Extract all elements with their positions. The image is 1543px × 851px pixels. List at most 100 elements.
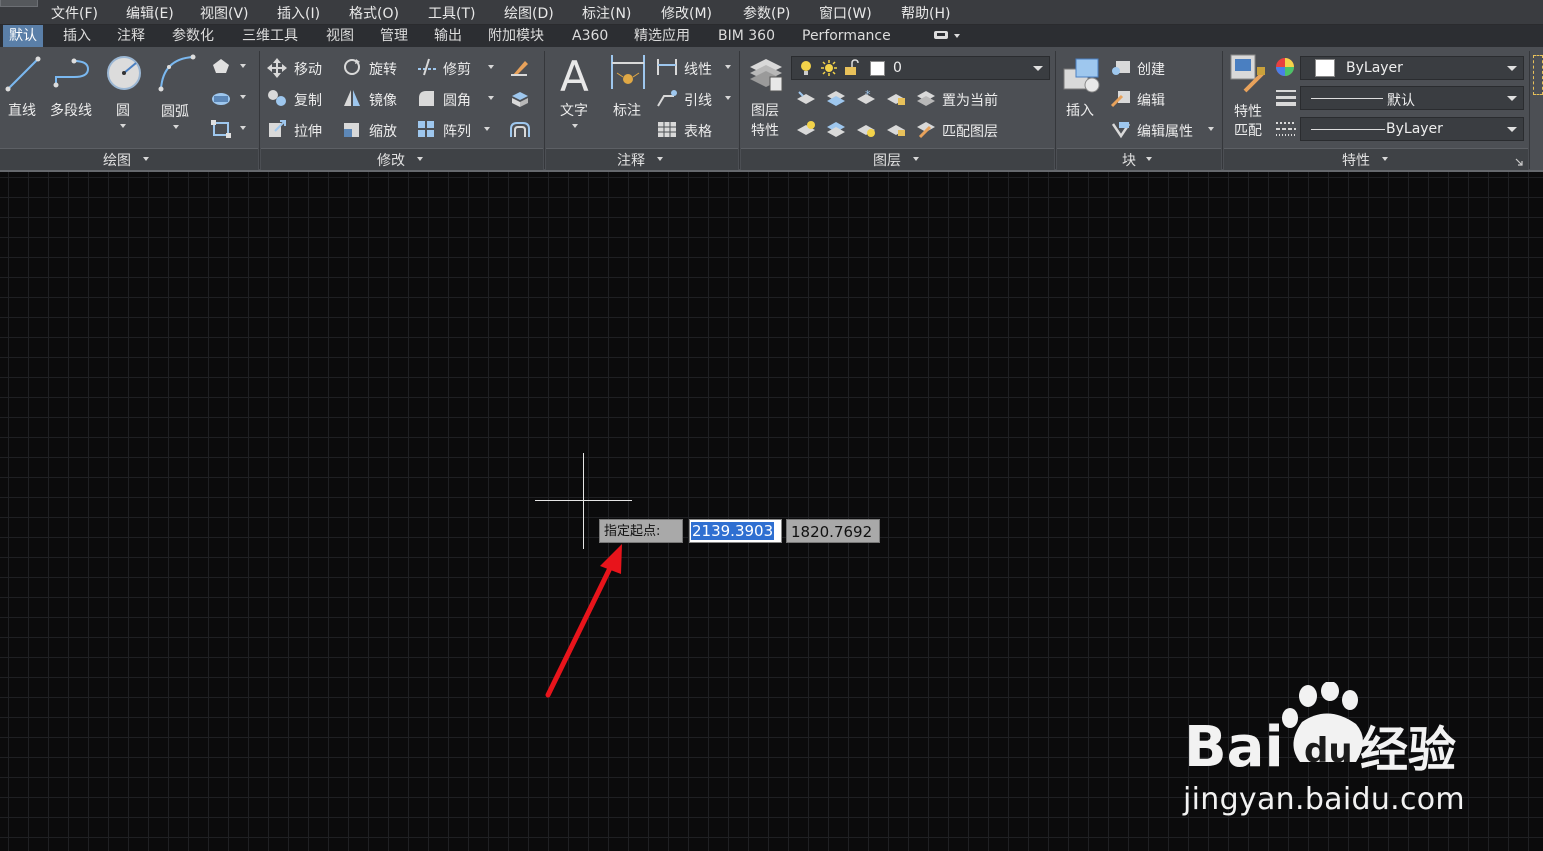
groups-panel-edge[interactable]: [1533, 55, 1543, 95]
draw-panel-title[interactable]: 绘图: [103, 150, 131, 170]
rotate-label[interactable]: 旋转: [369, 59, 397, 79]
boundary-icon[interactable]: [210, 119, 232, 143]
annotation-panel-expand-icon[interactable]: [657, 157, 663, 161]
dimension-icon[interactable]: [609, 53, 647, 97]
color-dropdown[interactable]: ByLayer: [1300, 56, 1524, 80]
dynamic-input-x-value[interactable]: 2139.3903: [691, 522, 775, 540]
copy-icon[interactable]: [266, 88, 288, 112]
block-panel-footer[interactable]: [1057, 148, 1221, 170]
set-current-layer-icon[interactable]: [915, 88, 937, 112]
polyline-icon[interactable]: [52, 55, 96, 97]
edit-attributes-dropdown-icon[interactable]: [1208, 127, 1214, 131]
leader-label[interactable]: 引线: [684, 90, 712, 110]
tab-performance[interactable]: Performance: [796, 25, 897, 47]
arc-dropdown-icon[interactable]: [173, 125, 179, 129]
polygon-dropdown-icon[interactable]: [240, 64, 246, 68]
trim-dropdown-icon[interactable]: [488, 65, 494, 69]
polyline-label[interactable]: 多段线: [50, 100, 92, 120]
menu-insert[interactable]: 插入(I): [277, 3, 320, 23]
arc-icon[interactable]: [157, 53, 197, 97]
leader-dropdown-icon[interactable]: [725, 96, 731, 100]
copy-label[interactable]: 复制: [294, 90, 322, 110]
insert-block-label[interactable]: 插入: [1066, 100, 1094, 120]
tab-featured-apps[interactable]: 精选应用: [628, 25, 696, 47]
line-icon[interactable]: [4, 53, 42, 97]
menu-window[interactable]: 窗口(W): [819, 3, 872, 23]
menu-file[interactable]: 文件(F): [51, 3, 98, 23]
layer-unlock-icon[interactable]: [885, 119, 907, 143]
edit-attributes-label[interactable]: 编辑属性: [1137, 121, 1193, 141]
layer-properties-label-1[interactable]: 图层: [751, 100, 779, 120]
scale-icon[interactable]: [342, 119, 362, 143]
text-dropdown-icon[interactable]: [572, 124, 578, 128]
linear-dim-icon[interactable]: [656, 57, 678, 81]
menu-modify[interactable]: 修改(M): [661, 3, 712, 23]
layer-dropdown[interactable]: 0: [791, 56, 1050, 80]
mirror-label[interactable]: 镜像: [369, 90, 397, 110]
tab-view[interactable]: 视图: [320, 25, 360, 47]
application-button[interactable]: [0, 0, 38, 7]
polygon-icon[interactable]: [211, 57, 231, 79]
hatch-icon[interactable]: [210, 89, 232, 111]
color-wheel-icon[interactable]: [1275, 57, 1295, 81]
insert-block-icon[interactable]: [1062, 55, 1102, 99]
leader-icon[interactable]: [656, 88, 678, 112]
fillet-dropdown-icon[interactable]: [488, 96, 494, 100]
set-current-layer-label[interactable]: 置为当前: [942, 90, 998, 110]
tab-parametric[interactable]: 参数化: [166, 25, 220, 47]
properties-panel-title[interactable]: 特性: [1342, 150, 1370, 170]
menu-edit[interactable]: 编辑(E): [126, 3, 174, 23]
tab-options-icon[interactable]: [932, 29, 960, 43]
layer-properties-label-2[interactable]: 特性: [751, 120, 779, 140]
tab-bim360[interactable]: BIM 360: [712, 25, 781, 47]
array-label[interactable]: 阵列: [443, 121, 471, 141]
layer-on-icon[interactable]: [795, 119, 817, 143]
stretch-icon[interactable]: [266, 119, 288, 143]
layer-isolate-icon[interactable]: [825, 88, 847, 112]
table-icon[interactable]: [656, 119, 678, 143]
create-block-icon[interactable]: [1110, 57, 1132, 81]
fillet-label[interactable]: 圆角: [443, 90, 471, 110]
array-icon[interactable]: [416, 119, 436, 143]
arc-label[interactable]: 圆弧: [161, 101, 189, 121]
array-dropdown-icon[interactable]: [484, 127, 490, 131]
match-layer-label[interactable]: 匹配图层: [942, 121, 998, 141]
match-properties-label-1[interactable]: 特性: [1234, 101, 1262, 121]
mirror-icon[interactable]: [342, 88, 362, 112]
modify-panel-expand-icon[interactable]: [417, 157, 423, 161]
line-label[interactable]: 直线: [8, 100, 36, 120]
linetype-icon[interactable]: [1275, 119, 1297, 143]
circle-label[interactable]: 圆: [116, 100, 130, 120]
layer-freeze-icon[interactable]: *: [855, 88, 877, 112]
block-panel-expand-icon[interactable]: [1146, 157, 1152, 161]
modify-panel-title[interactable]: 修改: [377, 150, 405, 170]
layer-off-icon[interactable]: [795, 88, 817, 112]
offset-icon[interactable]: [509, 119, 531, 143]
menu-help[interactable]: 帮助(H): [901, 3, 950, 23]
tab-output[interactable]: 输出: [428, 25, 468, 47]
match-properties-label-2[interactable]: 匹配: [1234, 120, 1262, 140]
menu-dimension[interactable]: 标注(N): [582, 3, 631, 23]
draw-panel-expand-icon[interactable]: [143, 157, 149, 161]
edit-attributes-icon[interactable]: [1110, 119, 1132, 143]
trim-icon[interactable]: [416, 57, 438, 81]
layers-panel-title[interactable]: 图层: [873, 150, 901, 170]
lineweight-icon[interactable]: [1275, 88, 1297, 112]
tab-a360[interactable]: A360: [566, 25, 614, 47]
dimension-label[interactable]: 标注: [613, 100, 641, 120]
trim-label[interactable]: 修剪: [443, 59, 471, 79]
match-properties-icon[interactable]: [1229, 53, 1267, 97]
menu-tools[interactable]: 工具(T): [428, 3, 475, 23]
boundary-dropdown-icon[interactable]: [240, 126, 246, 130]
linear-dim-dropdown-icon[interactable]: [725, 65, 731, 69]
layers-panel-expand-icon[interactable]: [913, 157, 919, 161]
dynamic-input-x-field[interactable]: 2139.3903: [689, 519, 782, 543]
rotate-icon[interactable]: [342, 57, 362, 81]
properties-panel-footer[interactable]: [1224, 148, 1528, 170]
text-label[interactable]: 文字: [560, 100, 588, 120]
table-label[interactable]: 表格: [684, 121, 712, 141]
menu-view[interactable]: 视图(V): [200, 3, 249, 23]
tab-insert[interactable]: 插入: [57, 25, 97, 47]
stretch-label[interactable]: 拉伸: [294, 121, 322, 141]
menu-parametric[interactable]: 参数(P): [743, 3, 790, 23]
